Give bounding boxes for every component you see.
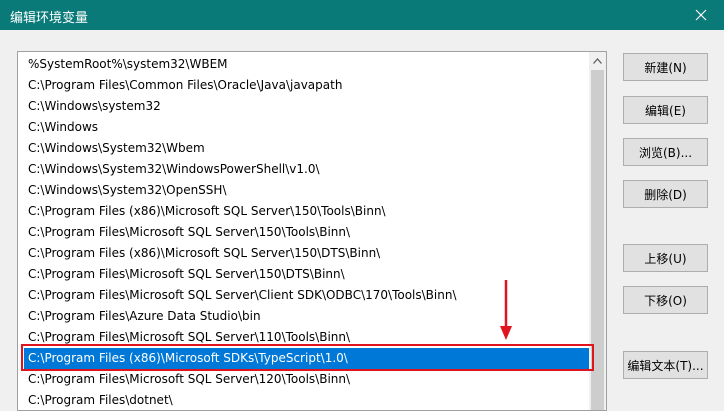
list-item[interactable]: C:\Windows\System32\OpenSSH\ xyxy=(24,180,590,201)
browse-button[interactable]: 浏览(B)... xyxy=(623,138,708,166)
vertical-scrollbar[interactable] xyxy=(589,52,606,410)
list-item[interactable]: C:\Program Files\Microsoft SQL Server\12… xyxy=(24,369,590,390)
annotation-arrow-icon xyxy=(500,280,512,340)
path-list[interactable]: %SystemRoot%\system32\WBEM C:\Program Fil… xyxy=(17,51,607,411)
move-down-button[interactable]: 下移(O) xyxy=(623,286,708,314)
list-item[interactable]: %SystemRoot%\system32\WBEM xyxy=(24,54,590,75)
chevron-up-icon xyxy=(593,57,602,64)
move-up-button[interactable]: 上移(U) xyxy=(623,244,708,272)
scroll-up-button[interactable] xyxy=(589,52,606,69)
list-item[interactable]: C:\Windows\system32 xyxy=(24,96,590,117)
list-item[interactable]: C:\Windows\System32\WindowsPowerShell\v1… xyxy=(24,159,590,180)
list-item-selected[interactable]: C:\Program Files (x86)\Microsoft SDKs\Ty… xyxy=(24,348,590,369)
list-item[interactable]: C:\Windows\System32\Wbem xyxy=(24,138,590,159)
edit-text-button[interactable]: 编辑文本(T)... xyxy=(623,351,708,379)
close-button[interactable] xyxy=(678,0,724,30)
list-item[interactable]: C:\Program Files\Common Files\Oracle\Jav… xyxy=(24,75,590,96)
edit-button[interactable]: 编辑(E) xyxy=(623,96,708,124)
title-bar: 编辑环境变量 xyxy=(0,0,724,30)
new-button[interactable]: 新建(N) xyxy=(623,53,708,81)
list-item[interactable]: C:\Windows xyxy=(24,117,590,138)
list-item[interactable]: C:\Program Files (x86)\Microsoft SQL Ser… xyxy=(24,201,590,222)
list-item[interactable]: C:\Program Files (x86)\Microsoft SQL Ser… xyxy=(24,243,590,264)
list-item[interactable]: C:\Program Files\Microsoft SQL Server\15… xyxy=(24,222,590,243)
window-title: 编辑环境变量 xyxy=(10,11,89,26)
close-icon xyxy=(695,9,707,21)
delete-button[interactable]: 删除(D) xyxy=(623,180,708,208)
list-item[interactable]: C:\Program Files\dotnet\ xyxy=(24,390,590,410)
scroll-thumb[interactable] xyxy=(591,70,604,410)
